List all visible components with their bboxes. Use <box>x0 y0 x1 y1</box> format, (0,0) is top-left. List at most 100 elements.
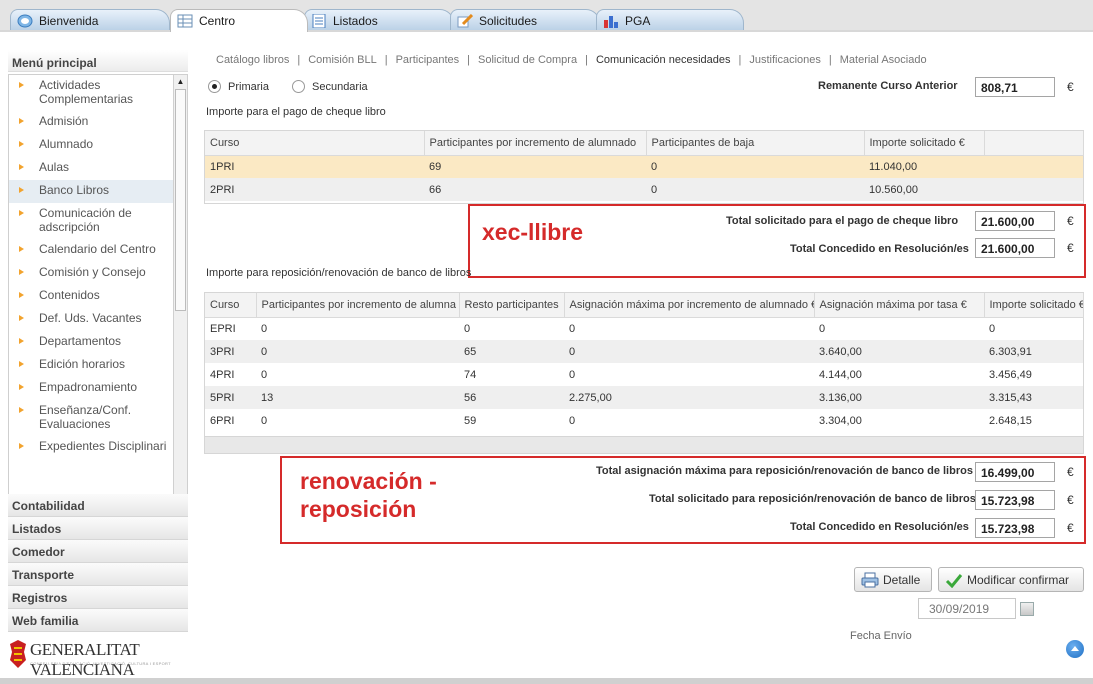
table-cell: 0 <box>464 322 471 335</box>
radio-circle[interactable] <box>292 80 305 93</box>
scroll-to-top-icon[interactable] <box>1066 640 1084 658</box>
sidebar-item-calendario[interactable]: Calendario del Centro <box>9 239 187 262</box>
table-cell: 5PRI <box>205 386 256 409</box>
bullet-arrow-icon <box>19 141 24 147</box>
section-web-familia[interactable]: Web familia <box>8 609 188 632</box>
detalle-button[interactable]: Detalle <box>854 567 932 592</box>
bullet-arrow-icon <box>19 338 24 344</box>
bat-emblem-icon <box>10 640 26 668</box>
calendar-icon[interactable] <box>1020 602 1034 616</box>
menu-vertical-scrollbar[interactable]: ▲ ▼ <box>173 75 187 535</box>
tab-centro[interactable]: Centro <box>170 9 308 32</box>
separator: | <box>738 54 742 66</box>
sidebar-item-label: Comunicación de adscripción <box>39 206 132 234</box>
table-cell: EPRI <box>210 322 236 335</box>
column-header: Participantes por incremento de alumna <box>256 293 460 318</box>
table-footer <box>205 436 1083 453</box>
section-listados[interactable]: Listados <box>8 517 188 540</box>
tab-label: Solicitudes <box>479 13 538 28</box>
bullet-arrow-icon <box>19 443 24 449</box>
tab-label: Centro <box>199 14 236 28</box>
section-comedor[interactable]: Comedor <box>8 540 188 563</box>
subnav-comision[interactable]: Comisión BLL <box>308 54 376 66</box>
sidebar-item-aulas[interactable]: Aulas <box>9 157 187 180</box>
sidebar-item-label: Aulas <box>39 160 70 174</box>
section-contabilidad[interactable]: Contabilidad <box>8 494 188 517</box>
table-cell: 65 <box>459 340 564 363</box>
table-row[interactable]: EPRI 0 0 0 0 0 <box>205 317 1083 340</box>
table-cell: 2.275,00 <box>564 386 814 409</box>
column-header: Participantes de baja <box>646 131 865 156</box>
table-row[interactable]: 4PRI 0 74 0 4.144,00 3.456,49 <box>205 363 1083 386</box>
sidebar-item-label: Actividades Complementarias <box>39 78 134 106</box>
column-header: Curso <box>205 131 425 156</box>
sidebar-item-comision[interactable]: Comisión y Consejo <box>9 262 187 285</box>
subnav-comunicacion[interactable]: Comunicación necesidades <box>596 54 731 66</box>
annotation-xec-llibre: xec-llibre <box>482 219 583 245</box>
sidebar-item-label: Edición horarios <box>39 357 126 371</box>
modificar-confirmar-button[interactable]: Modificar confirmar <box>938 567 1084 592</box>
sidebar-item-comunicacion-adscripcion[interactable]: Comunicación de adscripción <box>9 203 187 239</box>
table-row[interactable]: 3PRI 0 65 0 3.640,00 6.303,91 <box>205 340 1083 363</box>
table-cell: 4PRI <box>210 368 235 381</box>
table-row[interactable]: 2PRI 66 0 10.560,00 <box>205 178 1083 201</box>
table-row[interactable]: 6PRI 0 59 0 3.304,00 2.648,15 <box>205 409 1083 432</box>
bullet-arrow-icon <box>19 118 24 124</box>
subnav-justificaciones[interactable]: Justificaciones <box>749 54 821 66</box>
table-cell: 0 <box>646 155 864 178</box>
sidebar-item-expedientes[interactable]: Expedientes Disciplinari <box>9 436 187 459</box>
sub-navigation: Catálogo libros | Comisión BLL | Participant… <box>216 54 927 66</box>
separator: | <box>467 54 471 66</box>
sidebar-item-contenidos[interactable]: Contenidos <box>9 285 187 308</box>
sidebar-item-label: Admisión <box>39 114 89 128</box>
table-row[interactable]: 5PRI 13 56 2.275,00 3.136,00 3.315,43 <box>205 386 1083 409</box>
fecha-envio-input[interactable]: 30/09/2019 <box>918 598 1016 619</box>
separator: | <box>297 54 301 66</box>
column-header: Asignación máxima por tasa € <box>814 293 985 318</box>
subnav-catalogo[interactable]: Catálogo libros <box>216 54 289 66</box>
sidebar-item-empadronamiento[interactable]: Empadronamiento <box>9 377 187 400</box>
table-cell: 3.640,00 <box>814 340 984 363</box>
column-header: Curso <box>205 293 257 318</box>
column-header: Importe solicitado € <box>864 131 985 156</box>
table-cell: 6PRI <box>210 414 235 427</box>
sidebar-item-actividades[interactable]: Actividades Complementarias <box>9 75 187 111</box>
sidebar-item-vacantes[interactable]: Def. Uds. Vacantes <box>9 308 187 331</box>
scroll-up-icon[interactable]: ▲ <box>174 75 187 88</box>
scroll-thumb[interactable] <box>175 89 186 311</box>
table-row[interactable]: 1PRI 69 0 11.040,00 <box>205 155 1083 178</box>
radio-label: Secundaria <box>312 80 368 93</box>
tab-solicitudes[interactable]: Solicitudes <box>450 9 600 31</box>
table-cell: 3.136,00 <box>814 386 984 409</box>
sidebar-item-label: Enseñanza/Conf. Evaluaciones <box>39 403 132 431</box>
sidebar-item-alumnado[interactable]: Alumnado <box>9 134 187 157</box>
tab-pga[interactable]: PGA <box>596 9 744 31</box>
cheque-table: Curso Participantes por incremento de al… <box>205 131 1084 201</box>
section-transporte[interactable]: Transporte <box>8 563 188 586</box>
radio-circle-checked[interactable] <box>208 80 221 93</box>
table-cell: 59 <box>464 414 477 427</box>
reposicion-table-container: Curso Participantes por incremento de al… <box>204 292 1084 454</box>
subnav-participantes[interactable]: Participantes <box>396 54 460 66</box>
tab-bienvenida[interactable]: Bienvenida <box>10 9 170 31</box>
section-registros[interactable]: Registros <box>8 586 188 609</box>
radio-secundaria[interactable]: Secundaria <box>292 80 368 93</box>
bullet-arrow-icon <box>19 164 24 170</box>
sidebar-item-horarios[interactable]: Edición horarios <box>9 354 187 377</box>
separator: | <box>828 54 832 66</box>
sidebar-item-banco-libros[interactable]: Banco Libros <box>9 180 187 203</box>
subnav-material[interactable]: Material Asociado <box>840 54 927 66</box>
sidebar-item-label: Empadronamiento <box>39 380 138 394</box>
table-cell: 0 <box>569 414 576 427</box>
sidebar-item-admision[interactable]: Admisión <box>9 111 187 134</box>
radio-primaria[interactable]: Primaria <box>208 80 269 93</box>
subnav-solicitud-compra[interactable]: Solicitud de Compra <box>478 54 577 66</box>
tab-listados[interactable]: Listados <box>304 9 454 31</box>
sidebar-item-evaluaciones[interactable]: Enseñanza/Conf. Evaluaciones <box>9 400 187 436</box>
table-cell: 4.144,00 <box>819 368 862 381</box>
sidebar-item-departamentos[interactable]: Departamentos <box>9 331 187 354</box>
table-cell: 56 <box>459 386 564 409</box>
bullet-arrow-icon <box>19 210 24 216</box>
separator: | <box>384 54 388 66</box>
bullet-arrow-icon <box>19 269 24 275</box>
